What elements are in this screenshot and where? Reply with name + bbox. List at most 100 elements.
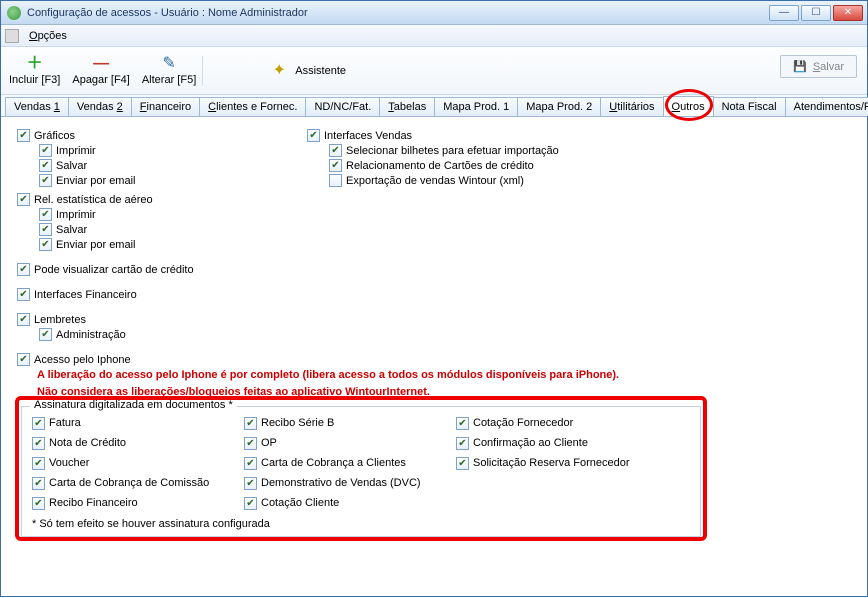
cb-label: Administração [56,329,126,341]
cb-fatura[interactable]: ✔Fatura [32,417,212,430]
tab-financeiro[interactable]: Financeiro [131,97,200,116]
alterar-label: Alterar [F5] [142,74,196,86]
close-button[interactable]: ✕ [833,5,863,21]
tab-clientes[interactable]: Clientes e Fornec. [199,97,306,116]
cb-label: Relacionamento de Cartões de crédito [346,160,534,172]
menu-opcoes[interactable]: Opções [23,28,73,44]
cb-rel-aereo[interactable]: ✔Rel. estatística de aéreo [17,193,247,206]
tab-content-outros: ✔Gráficos ✔Imprimir ✔Salvar ✔Enviar por … [1,117,867,598]
tab-notafiscal[interactable]: Nota Fiscal [713,97,786,116]
cb-label: Interfaces Financeiro [34,289,137,301]
assistente-label: Assistente [295,65,346,77]
cb-label: Exportação de vendas Wintour (xml) [346,175,524,187]
cb-conf-cliente[interactable]: ✔Confirmação ao Cliente [456,437,636,450]
salvar-button[interactable]: 💾 Salvar [780,55,857,78]
fieldset-assinatura: Assinatura digitalizada em documentos * … [21,406,701,537]
cb-label: Confirmação ao Cliente [473,437,588,449]
cb-label: Carta de Cobrança a Clientes [261,457,406,469]
alterar-button[interactable]: ✎ Alterar [F5] [142,56,196,86]
cb-cartao-credito[interactable]: ✔Pode visualizar cartão de crédito [17,263,853,276]
cb-graficos-salvar[interactable]: ✔Salvar [39,159,247,172]
iphone-note-2: Não considera as liberações/bloqueios fe… [37,385,853,400]
right-column: ✔Interfaces Vendas ✔Selecionar bilhetes … [307,127,559,189]
titlebar: Configuração de acessos - Usuário : Nome… [1,1,867,25]
cb-voucher[interactable]: ✔Voucher [32,457,212,470]
cb-recibo-fin[interactable]: ✔Recibo Financeiro [32,497,212,510]
incluir-button[interactable]: ＋ Incluir [F3] [9,56,60,86]
wand-icon: ✦ [269,63,289,79]
iphone-note-1: A liberação do acesso pelo Iphone é por … [37,368,853,383]
cb-graficos[interactable]: ✔Gráficos [17,129,247,142]
cb-label: Recibo Financeiro [49,497,138,509]
cb-rel-enviar[interactable]: ✔Enviar por email [39,238,247,251]
cb-label: Salvar [56,224,87,236]
cb-op[interactable]: ✔OP [244,437,424,450]
plus-icon: ＋ [25,56,45,72]
tab-atendimentos[interactable]: Atendimentos/Files [785,97,868,116]
tab-tabelas[interactable]: Tabelas [379,97,435,116]
cb-label: Cotação Fornecedor [473,417,573,429]
cb-label: Pode visualizar cartão de crédito [34,264,194,276]
cb-int-vendas[interactable]: ✔Interfaces Vendas [307,129,559,142]
cb-label: Solicitação Reserva Fornecedor [473,457,630,469]
tab-outros[interactable]: Outros [663,96,714,116]
cb-sel-bilhetes[interactable]: ✔Selecionar bilhetes para efetuar import… [329,144,559,157]
cb-graficos-imprimir[interactable]: ✔Imprimir [39,144,247,157]
cb-label: Rel. estatística de aéreo [34,194,153,206]
cb-sol-reserva[interactable]: ✔Solicitação Reserva Fornecedor [456,457,636,470]
cb-label: Acesso pelo Iphone [34,354,131,366]
left-column: ✔Gráficos ✔Imprimir ✔Salvar ✔Enviar por … [17,127,247,253]
cb-int-financeiro[interactable]: ✔Interfaces Financeiro [17,288,853,301]
apagar-label: Apagar [F4] [72,74,129,86]
cb-label: Imprimir [56,145,96,157]
cb-label: Voucher [49,457,89,469]
cb-label: Enviar por email [56,175,135,187]
minus-icon: — [91,56,111,72]
incluir-label: Incluir [F3] [9,74,60,86]
cb-lembretes[interactable]: ✔Lembretes [17,313,853,326]
tab-vendas2[interactable]: Vendas 2 [68,97,132,116]
assistente-button[interactable]: ✦ Assistente [269,63,346,79]
window-controls: — ☐ ✕ [769,5,863,21]
fieldset-legend: Assinatura digitalizada em documentos * [30,399,237,411]
salvar-label: Salvar [813,61,844,73]
cb-dvc[interactable]: ✔Demonstrativo de Vendas (DVC) [244,477,424,490]
maximize-button[interactable]: ☐ [801,5,831,21]
cb-label: Lembretes [34,314,86,326]
apagar-button[interactable]: — Apagar [F4] [72,56,129,86]
cb-label: Nota de Crédito [49,437,126,449]
fieldset-footnote: * Só tem efeito se houver assinatura con… [32,518,690,530]
minimize-button[interactable]: — [769,5,799,21]
menubar: Opções [1,25,867,47]
cb-rel-salvar[interactable]: ✔Salvar [39,223,247,236]
cb-cot-fornec[interactable]: ✔Cotação Fornecedor [456,417,636,430]
cb-nota-credito[interactable]: ✔Nota de Crédito [32,437,212,450]
cb-iphone[interactable]: ✔Acesso pelo Iphone [17,353,853,366]
tab-nd[interactable]: ND/NC/Fat. [305,97,380,116]
cb-label: Enviar por email [56,239,135,251]
cb-label: Carta de Cobrança de Comissão [49,477,209,489]
tab-mapa1[interactable]: Mapa Prod. 1 [434,97,518,116]
cb-recibo-b[interactable]: ✔Recibo Série B [244,417,424,430]
tab-vendas1[interactable]: Vendas 1 [5,97,69,116]
cb-rel-cartoes[interactable]: ✔Relacionamento de Cartões de crédito [329,159,559,172]
app-icon [7,6,21,20]
cb-label: OP [261,437,277,449]
save-icon: 💾 [793,60,807,73]
cb-label: Cotação Cliente [261,497,339,509]
cb-carta-clientes[interactable]: ✔Carta de Cobrança a Clientes [244,457,424,470]
cb-admin[interactable]: ✔Administração [39,328,853,341]
cb-label: Interfaces Vendas [324,130,412,142]
cb-carta-comissao[interactable]: ✔Carta de Cobrança de Comissão [32,477,212,490]
cb-label: Selecionar bilhetes para efetuar importa… [346,145,559,157]
cb-rel-imprimir[interactable]: ✔Imprimir [39,208,247,221]
cb-graficos-enviar[interactable]: ✔Enviar por email [39,174,247,187]
tab-utilitarios[interactable]: Utilitários [600,97,663,116]
tab-mapa2[interactable]: Mapa Prod. 2 [517,97,601,116]
cb-label: Salvar [56,160,87,172]
cb-exp-wintour[interactable]: ✔Exportação de vendas Wintour (xml) [329,174,559,187]
menu-doc-icon [5,29,19,43]
cb-cot-cliente[interactable]: ✔Cotação Cliente [244,497,424,510]
cb-label: Imprimir [56,209,96,221]
toolbar: ＋ Incluir [F3] — Apagar [F4] ✎ Alterar [… [1,47,867,95]
